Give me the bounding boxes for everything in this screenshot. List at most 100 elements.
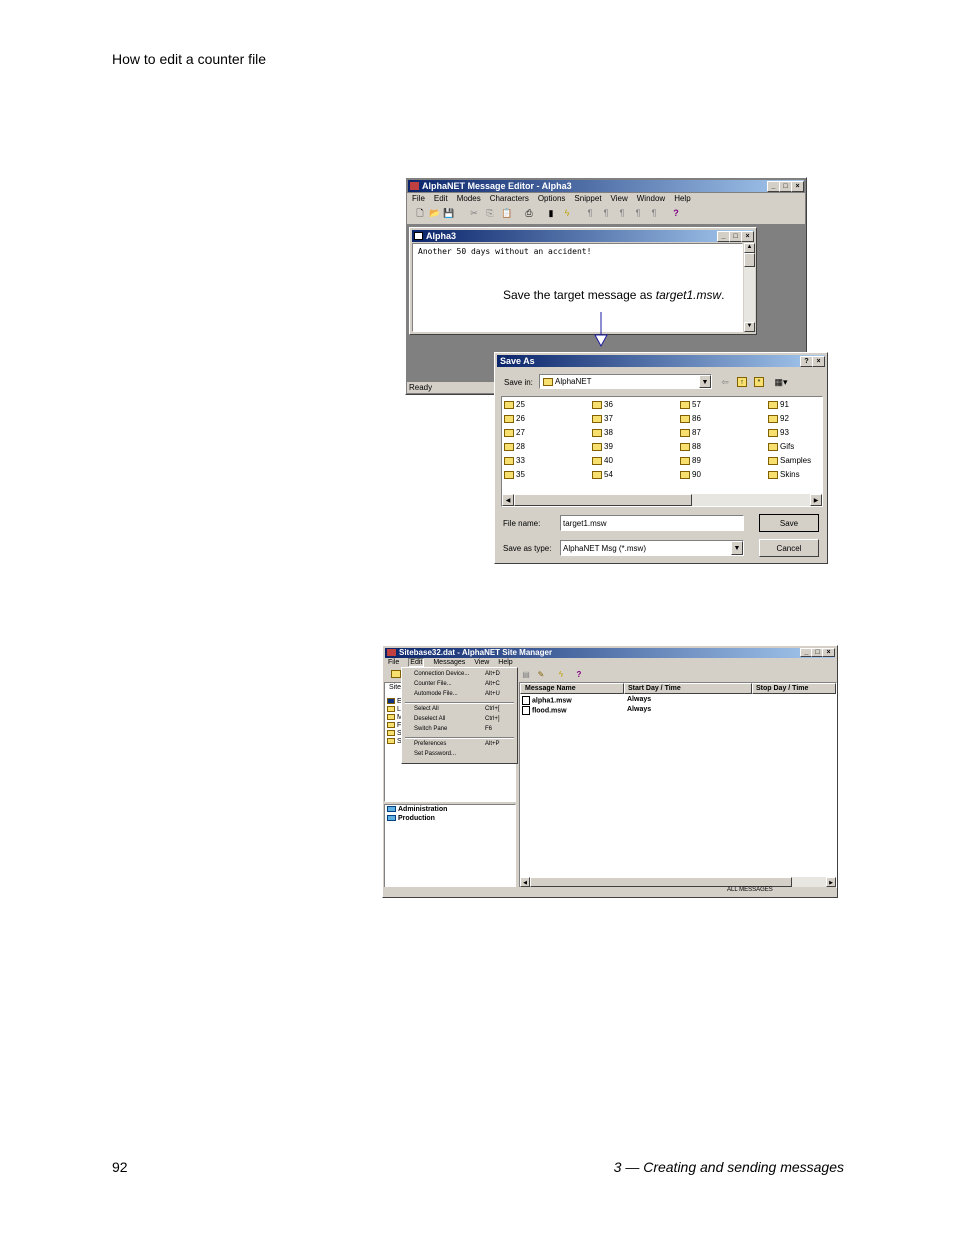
menu-options[interactable]: Options xyxy=(538,194,566,203)
new-folder-icon[interactable]: * xyxy=(754,377,764,387)
folder-item[interactable]: Gifs xyxy=(768,442,794,451)
menu-modes[interactable]: Modes xyxy=(457,194,481,203)
menu-help[interactable]: Help xyxy=(498,659,512,666)
menu-help[interactable]: Help xyxy=(674,194,690,203)
scroll-left-arrow-icon[interactable]: ◀ xyxy=(502,494,514,506)
folder-item[interactable]: 88 xyxy=(680,442,701,451)
open-folder-icon[interactable]: 📂 xyxy=(429,208,440,218)
folder-item[interactable]: 33 xyxy=(504,456,525,465)
up-folder-icon[interactable]: ↑ xyxy=(737,377,747,387)
file-name-input[interactable]: target1.msw xyxy=(560,515,744,531)
menu-file[interactable]: File xyxy=(412,194,425,203)
chevron-down-icon[interactable]: ▼ xyxy=(731,541,743,555)
scroll-up-arrow-icon[interactable]: ▲ xyxy=(744,243,755,253)
column-header-name[interactable]: Message Name xyxy=(520,683,624,694)
menu-file[interactable]: File xyxy=(388,659,399,666)
back-arrow-icon[interactable]: ⇦ xyxy=(720,377,730,387)
column-header-start[interactable]: Start Day / Time xyxy=(624,683,752,694)
close-button[interactable]: × xyxy=(791,181,804,192)
group-item[interactable]: Administration xyxy=(387,806,447,813)
folder-item[interactable]: Skins xyxy=(768,470,800,479)
folder-item[interactable]: 36 xyxy=(592,400,613,409)
format-icon-2[interactable]: ¶ xyxy=(601,208,611,218)
format-icon-3[interactable]: ¶ xyxy=(617,208,627,218)
help-icon[interactable]: ? xyxy=(574,670,584,680)
paste-icon[interactable]: 📋 xyxy=(501,208,512,218)
folder-item[interactable]: 27 xyxy=(504,428,525,437)
group-tree-pane[interactable]: Administration Production xyxy=(384,804,516,888)
open-folder-icon[interactable] xyxy=(391,670,401,678)
folder-item[interactable]: 86 xyxy=(680,414,701,423)
menu-item-deselect-all[interactable]: Deselect All xyxy=(414,716,445,722)
menu-edit[interactable]: Edit xyxy=(434,194,448,203)
scroll-right-arrow-icon[interactable]: ▶ xyxy=(826,877,836,887)
save-button[interactable]: Save xyxy=(759,514,819,532)
folder-item[interactable]: 93 xyxy=(768,428,789,437)
new-file-icon[interactable]: 🗋 xyxy=(415,208,425,218)
file-list[interactable]: 25 26 27 28 33 35 36 37 38 39 40 54 57 8… xyxy=(501,396,823,507)
folder-item[interactable]: 91 xyxy=(768,400,789,409)
h-scroll-thumb[interactable] xyxy=(530,877,792,887)
copy-icon[interactable]: ⎘ xyxy=(485,208,495,218)
menu-view[interactable]: View xyxy=(611,194,628,203)
folder-item[interactable]: 37 xyxy=(592,414,613,423)
folder-item[interactable]: 87 xyxy=(680,428,701,437)
device-icon[interactable]: ▮ xyxy=(546,208,556,218)
view-menu-icon[interactable]: ▦▾ xyxy=(772,377,790,387)
save-as-close-button[interactable]: × xyxy=(812,356,825,367)
menu-window[interactable]: Window xyxy=(637,194,665,203)
menu-item-preferences[interactable]: Preferences xyxy=(414,741,446,747)
scroll-right-arrow-icon[interactable]: ▶ xyxy=(810,494,822,506)
horizontal-scrollbar[interactable]: ◀ ▶ xyxy=(502,494,822,506)
help-icon[interactable]: ? xyxy=(671,208,681,218)
menu-item-switch-pane[interactable]: Switch Pane xyxy=(414,726,447,732)
folder-item[interactable]: 25 xyxy=(504,400,525,409)
format-icon-1[interactable]: ¶ xyxy=(585,208,595,218)
vertical-scrollbar[interactable]: ▲ ▼ xyxy=(744,243,755,332)
menu-item-counter-file[interactable]: Counter File... xyxy=(414,681,452,687)
close-button[interactable]: × xyxy=(822,648,835,657)
print-icon[interactable]: ⎙ xyxy=(524,208,534,218)
scroll-thumb[interactable] xyxy=(744,253,755,267)
menu-edit[interactable]: Edit xyxy=(408,658,425,667)
format-icon-4[interactable]: ¶ xyxy=(633,208,643,218)
format-icon-5[interactable]: ¶ xyxy=(649,208,659,218)
h-scroll-thumb[interactable] xyxy=(514,494,692,506)
folder-item[interactable]: Samples xyxy=(768,456,811,465)
lightning-icon[interactable]: ϟ xyxy=(556,670,566,680)
folder-item[interactable]: 57 xyxy=(680,400,701,409)
save-icon[interactable]: 💾 xyxy=(443,208,454,218)
lightning-icon[interactable]: ϟ xyxy=(562,208,572,218)
menu-item-set-password[interactable]: Set Password... xyxy=(414,751,456,757)
column-header-stop[interactable]: Stop Day / Time xyxy=(752,683,836,694)
save-in-dropdown[interactable]: AlphaNET ▼ xyxy=(539,374,712,389)
child-close-button[interactable]: × xyxy=(741,231,754,242)
folder-item[interactable]: 35 xyxy=(504,470,525,479)
save-type-dropdown[interactable]: AlphaNET Msg (*.msw) ▼ xyxy=(560,540,744,556)
scroll-left-arrow-icon[interactable]: ◀ xyxy=(520,877,530,887)
menu-characters[interactable]: Characters xyxy=(490,194,529,203)
menu-item-automode-file[interactable]: Automode File... xyxy=(414,691,458,697)
message-icon[interactable]: ▤ xyxy=(521,670,531,680)
folder-item[interactable]: 90 xyxy=(680,470,701,479)
menu-snippet[interactable]: Snippet xyxy=(574,194,601,203)
folder-item[interactable]: 40 xyxy=(592,456,613,465)
folder-item[interactable]: 38 xyxy=(592,428,613,437)
edit-pencil-icon[interactable]: ✎ xyxy=(536,670,546,680)
menu-messages[interactable]: Messages xyxy=(433,659,465,666)
scroll-down-arrow-icon[interactable]: ▼ xyxy=(744,322,755,332)
chevron-down-icon[interactable]: ▼ xyxy=(699,375,711,388)
folder-item[interactable]: 39 xyxy=(592,442,613,451)
message-list-pane[interactable]: Message Name Start Day / Time Stop Day /… xyxy=(519,682,837,888)
cancel-button[interactable]: Cancel xyxy=(759,539,819,557)
cut-icon[interactable]: ✂ xyxy=(469,208,479,218)
menu-view[interactable]: View xyxy=(474,659,489,666)
folder-item[interactable]: 54 xyxy=(592,470,613,479)
menu-item-connection-device[interactable]: Connection Device... xyxy=(414,671,469,677)
menu-item-select-all[interactable]: Select All xyxy=(414,706,439,712)
folder-item[interactable]: 89 xyxy=(680,456,701,465)
folder-item[interactable]: 28 xyxy=(504,442,525,451)
group-item[interactable]: Production xyxy=(387,815,435,822)
horizontal-scrollbar[interactable]: ◀ ▶ xyxy=(520,877,836,887)
folder-item[interactable]: 92 xyxy=(768,414,789,423)
